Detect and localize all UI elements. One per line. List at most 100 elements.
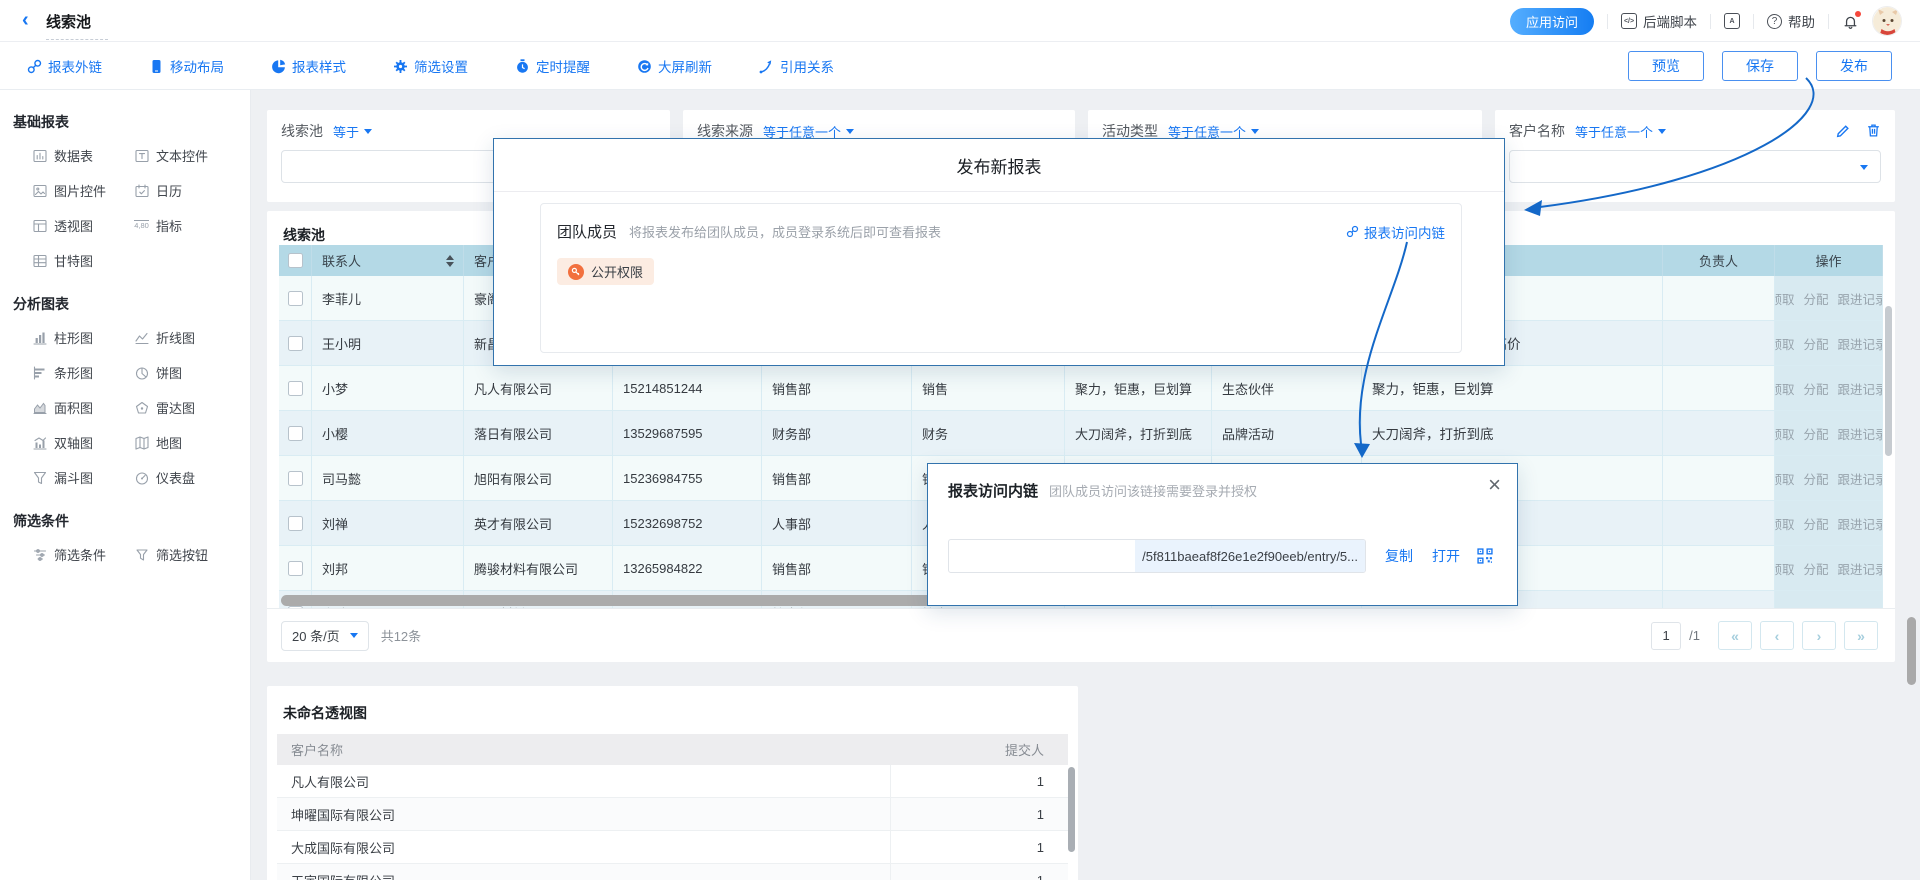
trash-icon[interactable] [1866,123,1881,138]
pivot-scrollbar[interactable] [1068,767,1075,852]
gauge-icon [134,470,149,485]
sidebar-section-grid: 柱形图 折线图条形图饼图面积图雷达图双轴图地图漏斗图仪表盘 [32,328,250,487]
op-link[interactable]: 分配 [1804,424,1829,443]
sidebar-item-funnel[interactable]: 漏斗图 [32,468,134,487]
op-link[interactable]: 领取 [1775,334,1795,353]
back-button[interactable]: ‹ [22,8,29,32]
total-count: 共12条 [381,626,421,645]
toolbar-tab-4[interactable]: 筛选设置 [393,56,468,76]
sidebar-item-dual[interactable]: 双轴图 [32,433,134,452]
filter-operator[interactable]: 等于任意一个 [1575,122,1666,141]
qrcode-icon[interactable] [1477,548,1493,564]
filter-head: 客户名称等于任意一个 [1509,121,1881,141]
save-button[interactable]: 保存 [1722,51,1798,81]
sidebar-item-gantt[interactable]: 甘特图 [32,251,134,270]
line-icon [134,330,149,345]
row-checkbox[interactable] [288,336,303,351]
toolbar-tab-2[interactable]: 移动布局 [149,56,224,76]
page-size-select[interactable]: 20 条/页 [281,621,369,651]
op-link[interactable]: 分配 [1804,334,1829,353]
sidebar-item-filter[interactable]: 筛选条件 [32,545,134,564]
report-internal-link[interactable]: 报表访问内链 [1346,222,1445,242]
table-cell: 13529687595 [613,411,762,456]
sidebar-item-pie[interactable]: 饼图 [134,363,236,382]
app-access-button[interactable]: 应用访问 [1510,8,1594,35]
close-icon[interactable]: × [1488,474,1501,496]
sidebar-item-image[interactable]: 图片控件 [32,181,134,200]
sidebar-item-metric[interactable]: 4,80指标 [134,216,236,235]
row-actions-cell: 领取分配跟进记录 [1775,591,1883,608]
toolbar-tab-6[interactable]: 大屏刷新 [637,56,712,76]
table-vertical-scrollbar[interactable] [1885,306,1892,456]
api-docs-icon[interactable]: A [1724,13,1740,29]
sidebar-item-gauge[interactable]: 仪表盘 [134,468,236,487]
sidebar-item-radar[interactable]: 雷达图 [134,398,236,417]
row-checkbox[interactable] [288,381,303,396]
preview-button[interactable]: 预览 [1628,51,1704,81]
public-permission-badge[interactable]: 公开权限 [557,258,654,285]
row-checkbox[interactable] [288,426,303,441]
table-cell: 销售 [912,366,1065,411]
first-page-button[interactable]: « [1718,621,1752,650]
op-link[interactable]: 跟进记录 [1838,379,1883,398]
sort-icon[interactable] [446,255,454,267]
notification-bell-icon[interactable] [1842,13,1859,30]
sidebar-item-pivot[interactable]: 透视图 [32,216,134,235]
op-link[interactable]: 跟进记录 [1838,514,1883,533]
sidebar-item-hbar[interactable]: 条形图 [32,363,134,382]
page-scrollbar[interactable] [1907,617,1916,685]
table-cell [1663,456,1775,501]
sidebar-item-line[interactable]: 折线图 [134,328,236,347]
sidebar-item-map[interactable]: 地图 [134,433,236,452]
op-link[interactable]: 领取 [1775,289,1795,308]
op-link[interactable]: 领取 [1775,469,1795,488]
prev-page-button[interactable]: ‹ [1760,621,1794,650]
sidebar-item-filterbtn[interactable]: 筛选按钮 [134,545,236,564]
sidebar-item-calendar[interactable]: 日历 [134,181,236,200]
op-link[interactable]: 分配 [1804,514,1829,533]
avatar[interactable] [1872,6,1902,36]
backend-script-button[interactable]: </> 后端脚本 [1621,11,1697,31]
row-checkbox[interactable] [288,516,303,531]
header-checkbox[interactable] [288,253,303,268]
report-url-field[interactable]: /5f811baeaf8f26e1e2f90eeb/entry/5... [948,539,1366,573]
op-link[interactable]: 领取 [1775,424,1795,443]
op-link[interactable]: 跟进记录 [1838,289,1883,308]
next-page-button[interactable]: › [1802,621,1836,650]
last-page-button[interactable]: » [1844,621,1878,650]
op-link[interactable]: 分配 [1804,469,1829,488]
table-row: 小樱落日有限公司13529687595财务部财务大刀阔斧，打折到底品牌活动大刀阔… [279,411,1883,456]
op-link[interactable]: 跟进记录 [1838,469,1883,488]
sidebar-item-label: 指标 [156,216,182,235]
op-link[interactable]: 领取 [1775,559,1795,578]
op-link[interactable]: 跟进记录 [1838,334,1883,353]
op-link[interactable]: 分配 [1804,289,1829,308]
row-checkbox[interactable] [288,561,303,576]
sidebar-item-area[interactable]: 面积图 [32,398,134,417]
sidebar-item-table[interactable]: 数据表 [32,146,134,165]
op-link[interactable]: 跟进记录 [1838,559,1883,578]
filter-operator[interactable]: 等于 [333,122,372,141]
sidebar-item-label: 柱形图 [54,328,93,347]
sidebar-item-text[interactable]: 文本控件 [134,146,236,165]
hbar-icon [32,365,47,380]
help-button[interactable]: ? 帮助 [1767,11,1815,31]
toolbar-tab-7[interactable]: 引用关系 [759,56,834,76]
toolbar-tab-3[interactable]: 报表样式 [271,56,346,76]
copy-link-button[interactable]: 复制 [1385,546,1413,566]
toolbar-tab-5[interactable]: 定时提醒 [515,56,590,76]
row-checkbox[interactable] [288,291,303,306]
sidebar-item-bar[interactable]: 柱形图 [32,328,134,347]
open-link-button[interactable]: 打开 [1432,546,1460,566]
toolbar-tab-1[interactable]: 报表外链 [27,56,102,76]
op-link[interactable]: 领取 [1775,514,1795,533]
op-link[interactable]: 跟进记录 [1838,424,1883,443]
op-link[interactable]: 分配 [1804,559,1829,578]
op-link[interactable]: 分配 [1804,379,1829,398]
customer-name-select[interactable] [1509,150,1881,183]
page-number-input[interactable] [1651,622,1681,650]
edit-pencil-icon[interactable] [1835,123,1850,138]
op-link[interactable]: 领取 [1775,379,1795,398]
row-checkbox[interactable] [288,471,303,486]
publish-button[interactable]: 发布 [1816,51,1892,81]
